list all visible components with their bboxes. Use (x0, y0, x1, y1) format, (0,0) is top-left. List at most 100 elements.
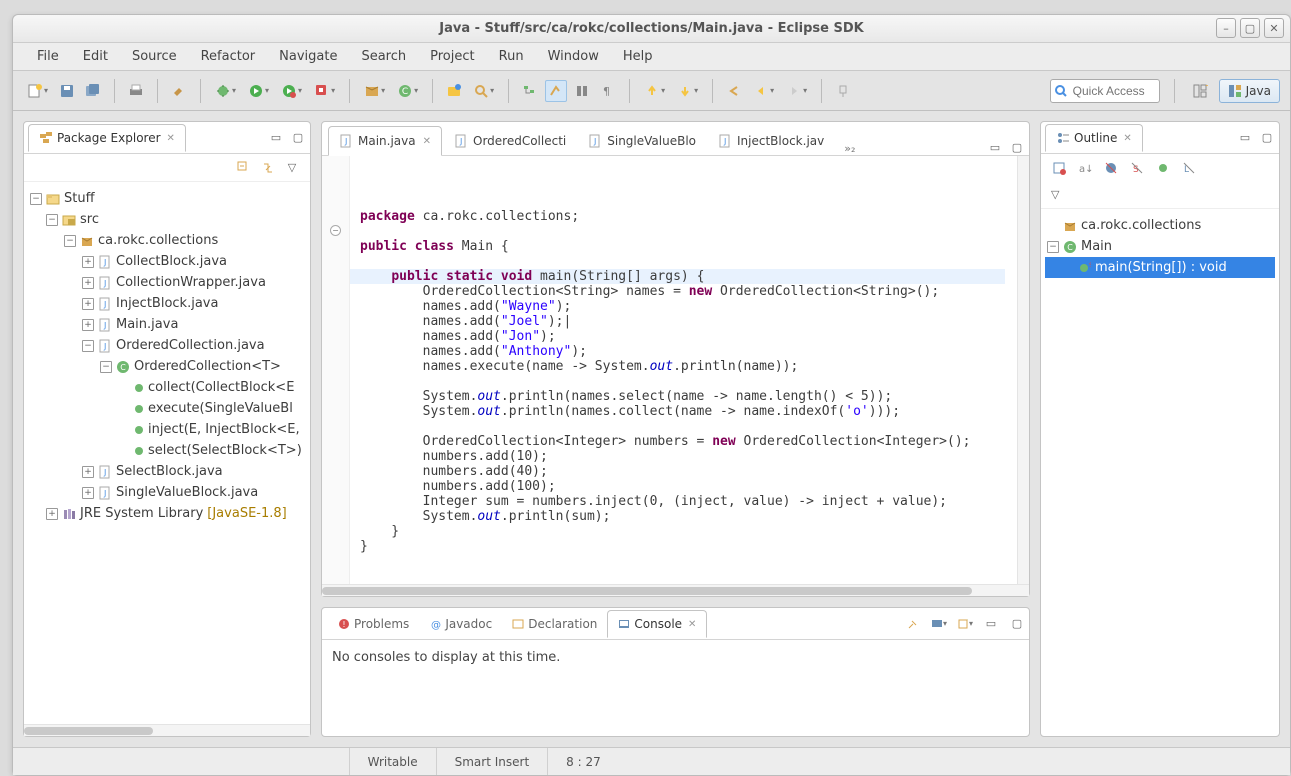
annotation-prev-button[interactable]: ▾ (640, 80, 669, 102)
tree-project[interactable]: −Stuff (28, 188, 306, 209)
outline-hide-static-button[interactable]: S (1129, 160, 1145, 176)
external-tools-button[interactable]: ▾ (310, 80, 339, 102)
toggle-block-button[interactable] (571, 80, 593, 102)
build-button[interactable] (168, 80, 190, 102)
outline-method-main[interactable]: Smain(String[]) : void (1045, 257, 1275, 278)
panel-minimize-button[interactable]: ▭ (268, 130, 284, 146)
menu-navigate[interactable]: Navigate (267, 44, 349, 69)
package-explorer-tab[interactable]: Package Explorer ✕ (28, 124, 186, 152)
outline-hide-nonpublic-button[interactable] (1155, 160, 1171, 176)
new-button[interactable]: ▾ (23, 80, 52, 102)
save-all-button[interactable] (82, 80, 104, 102)
outline-hide-fields-button[interactable] (1103, 160, 1119, 176)
maximize-button[interactable]: ▢ (1240, 18, 1260, 38)
outline-focus-button[interactable] (1051, 160, 1067, 176)
tree-method-collect[interactable]: collect(CollectBlock<E (28, 377, 306, 398)
tree-cu-orderedcollection[interactable]: −JOrderedCollection.java (28, 335, 306, 356)
tree-cu-collectblock[interactable]: +JCollectBlock.java (28, 251, 306, 272)
link-editor-button[interactable] (260, 160, 276, 176)
tree-cu-injectblock[interactable]: +JInjectBlock.java (28, 293, 306, 314)
save-button[interactable] (56, 80, 78, 102)
editor-gutter[interactable]: − (322, 156, 350, 584)
close-icon[interactable]: ✕ (167, 133, 175, 144)
outline-panel: Outline ✕ ▭ ▢ a↓z S L ▽ ca.rokc.collecti… (1040, 121, 1280, 737)
tree-src[interactable]: −src (28, 209, 306, 230)
new-class-button[interactable]: C▾ (393, 80, 422, 102)
problems-tab[interactable]: !Problems (328, 611, 419, 637)
editor-maximize-button[interactable]: ▢ (1009, 139, 1025, 155)
minimize-button[interactable]: – (1216, 18, 1236, 38)
show-whitespace-button[interactable]: ¶ (597, 80, 619, 102)
editor-tab-main[interactable]: J Main.java ✕ (328, 126, 442, 156)
close-icon[interactable]: ✕ (1123, 133, 1131, 144)
editor-vertical-scrollbar[interactable] (1017, 156, 1029, 584)
panel-minimize-button[interactable]: ▭ (983, 616, 999, 632)
menu-edit[interactable]: Edit (71, 44, 120, 69)
outline-class-main[interactable]: −CMain (1045, 236, 1275, 257)
java-perspective-button[interactable]: Java (1219, 79, 1280, 103)
last-edit-button[interactable] (723, 80, 745, 102)
debug-button[interactable]: ▾ (211, 80, 240, 102)
editor-tab-orderedcollection[interactable]: JOrderedCollecti (444, 127, 576, 155)
tree-method-select[interactable]: select(SelectBlock<T>) (28, 440, 306, 461)
fold-toggle[interactable]: − (330, 225, 341, 236)
outline-hide-local-button[interactable]: L (1181, 160, 1197, 176)
panel-maximize-button[interactable]: ▢ (290, 130, 306, 146)
pin-button[interactable] (832, 80, 854, 102)
outline-tab[interactable]: Outline ✕ (1045, 124, 1143, 152)
tree-cu-selectblock[interactable]: +JSelectBlock.java (28, 461, 306, 482)
tree-cu-collectionwrapper[interactable]: +JCollectionWrapper.java (28, 272, 306, 293)
close-icon[interactable]: ✕ (423, 136, 431, 147)
console-new-button[interactable]: +▾ (957, 616, 973, 632)
console-pin-button[interactable] (905, 616, 921, 632)
panel-maximize-button[interactable]: ▢ (1009, 616, 1025, 632)
tree-cu-main[interactable]: +JMain.java (28, 314, 306, 335)
menu-project[interactable]: Project (418, 44, 486, 69)
outline-sort-button[interactable]: a↓z (1077, 160, 1093, 176)
new-package-button[interactable]: ▾ (360, 80, 389, 102)
tree-cu-singlevalueblock[interactable]: +JSingleValueBlock.java (28, 482, 306, 503)
menu-refactor[interactable]: Refactor (189, 44, 268, 69)
menu-file[interactable]: File (25, 44, 71, 69)
close-button[interactable]: ✕ (1264, 18, 1284, 38)
declaration-tab[interactable]: Declaration (502, 611, 607, 637)
tree-package[interactable]: −ca.rokc.collections (28, 230, 306, 251)
open-type-button[interactable] (443, 80, 465, 102)
close-icon[interactable]: ✕ (688, 619, 696, 630)
outline-menu-button[interactable]: ▽ (1051, 186, 1269, 202)
run-button[interactable]: ▾ (244, 80, 273, 102)
view-menu-button[interactable]: ▽ (284, 160, 300, 176)
console-tab[interactable]: Console✕ (607, 610, 707, 638)
toggle-mark-button[interactable] (545, 80, 567, 102)
editor-tab-singlevalueblock[interactable]: JSingleValueBlo (578, 127, 706, 155)
pe-horizontal-scrollbar[interactable] (24, 724, 310, 736)
search-button[interactable]: ▾ (469, 80, 498, 102)
panel-minimize-button[interactable]: ▭ (1237, 130, 1253, 146)
editor-tab-overflow[interactable]: »₂ (836, 142, 863, 155)
tree-class-orderedcollection[interactable]: −COrderedCollection<T> (28, 356, 306, 377)
collapse-all-button[interactable] (236, 160, 252, 176)
menu-search[interactable]: Search (349, 44, 418, 69)
menu-window[interactable]: Window (536, 44, 611, 69)
javadoc-tab[interactable]: @Javadoc (419, 611, 502, 637)
open-perspective-button[interactable]: + (1189, 80, 1211, 102)
tree-method-inject[interactable]: inject(E, InjectBlock<E, (28, 419, 306, 440)
annotation-next-button[interactable]: ▾ (673, 80, 702, 102)
editor-tab-injectblock[interactable]: JInjectBlock.jav (708, 127, 834, 155)
menu-run[interactable]: Run (487, 44, 536, 69)
editor-minimize-button[interactable]: ▭ (987, 139, 1003, 155)
panel-maximize-button[interactable]: ▢ (1259, 130, 1275, 146)
menu-source[interactable]: Source (120, 44, 189, 69)
console-display-button[interactable]: ▾ (931, 616, 947, 632)
back-button[interactable]: ▾ (749, 80, 778, 102)
tree-jre[interactable]: +JRE System Library [JavaSE-1.8] (28, 503, 306, 524)
tree-method-execute[interactable]: execute(SingleValueBl (28, 398, 306, 419)
forward-button[interactable]: ▾ (782, 80, 811, 102)
toggle-breadcrumb-button[interactable] (519, 80, 541, 102)
editor-horizontal-scrollbar[interactable] (322, 584, 1029, 596)
code-editor[interactable]: package ca.rokc.collections; public clas… (350, 156, 1017, 584)
run-last-button[interactable]: ▾ (277, 80, 306, 102)
print-button[interactable] (125, 80, 147, 102)
menu-help[interactable]: Help (611, 44, 665, 69)
outline-package[interactable]: ca.rokc.collections (1045, 215, 1275, 236)
